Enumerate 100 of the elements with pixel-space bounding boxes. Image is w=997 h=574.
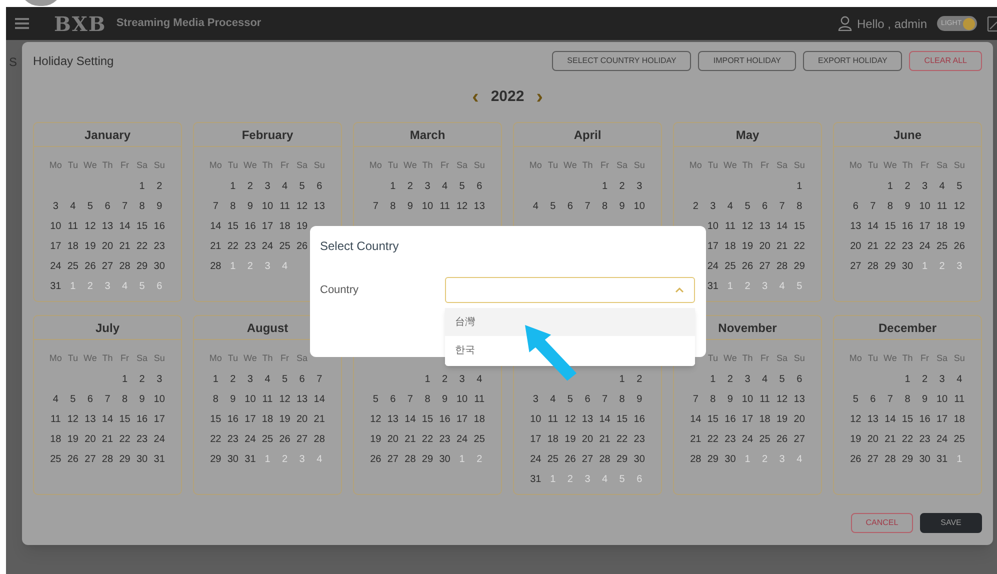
day-number[interactable]: 11 [470,392,488,406]
day-number[interactable]: 27 [384,452,402,466]
day-number[interactable]: 21 [773,238,791,254]
day-number[interactable]: 1 [418,372,436,386]
day-number[interactable]: 8 [898,392,916,406]
day-number[interactable]: 26 [773,432,791,446]
day-number[interactable]: 19 [293,218,311,234]
day-number[interactable]: 5 [738,198,756,214]
day-number[interactable]: 17 [704,238,722,254]
day-number[interactable]: 24 [527,452,544,466]
day-number[interactable]: 22 [613,432,631,446]
day-number[interactable]: 5 [544,198,562,214]
day-number[interactable]: 14 [596,412,614,426]
day-number[interactable]: 10 [150,392,168,406]
day-number[interactable]: 28 [773,258,791,274]
day-number[interactable]: 24 [453,432,471,446]
day-number[interactable]: 11 [47,412,64,426]
action-button[interactable]: SELECT COUNTRY HOLIDAY [552,51,692,71]
day-number[interactable]: 23 [133,432,151,446]
day-number[interactable]: 14 [687,412,704,426]
day-number[interactable]: 4 [258,372,276,386]
day-number[interactable]: 28 [116,258,134,274]
day-number[interactable]: 20 [82,432,99,446]
day-number[interactable]: 14 [882,412,899,426]
day-number[interactable]: 8 [133,198,151,214]
day-number[interactable]: 23 [722,432,739,446]
next-year-button[interactable]: › [536,87,543,107]
day-number[interactable]: 5 [276,372,294,386]
day-number[interactable]: 3 [258,178,276,194]
day-number[interactable]: 10 [916,198,934,214]
dropdown-option[interactable]: 台灣 [445,308,695,336]
day-number[interactable]: 19 [276,412,294,426]
day-number[interactable]: 15 [704,412,722,426]
day-number[interactable]: 12 [276,392,294,406]
day-number[interactable]: 9 [436,392,454,406]
day-number[interactable]: 6 [847,198,864,214]
day-number[interactable]: 6 [82,392,99,406]
day-number[interactable]: 25 [276,238,294,254]
day-number[interactable]: 13 [578,412,596,426]
day-number[interactable]: 4 [756,372,774,386]
day-number[interactable]: 28 [864,258,882,274]
day-number[interactable]: 25 [544,452,562,466]
day-number[interactable]: 12 [773,392,791,406]
day-number[interactable]: 21 [116,238,134,254]
day-number[interactable]: 20 [847,238,864,254]
day-number[interactable]: 11 [933,198,951,214]
day-number[interactable]: 7 [367,198,384,214]
day-number[interactable]: 30 [133,452,151,466]
dropdown-option[interactable]: 한국 [445,336,695,364]
day-number[interactable]: 19 [847,432,864,446]
day-number[interactable]: 2 [722,372,739,386]
day-number[interactable]: 17 [738,412,756,426]
day-number[interactable]: 7 [864,198,882,214]
day-number[interactable]: 12 [950,198,968,214]
day-number[interactable]: 15 [133,218,151,234]
day-number[interactable]: 4 [544,392,562,406]
day-number[interactable]: 6 [756,198,774,214]
day-number[interactable]: 7 [98,392,116,406]
day-number[interactable]: 10 [933,392,951,406]
day-number[interactable]: 26 [64,452,82,466]
day-number[interactable]: 14 [207,218,224,234]
day-number[interactable]: 21 [98,432,116,446]
day-number[interactable]: 16 [150,218,168,234]
day-number[interactable]: 13 [82,412,99,426]
day-number[interactable]: 8 [418,392,436,406]
day-number[interactable]: 28 [207,258,224,274]
day-number[interactable]: 5 [562,392,579,406]
day-number[interactable]: 17 [47,238,64,254]
day-number[interactable]: 15 [418,412,436,426]
day-number[interactable]: 11 [544,412,562,426]
day-number[interactable]: 20 [384,432,402,446]
day-number[interactable]: 1 [207,372,224,386]
day-number[interactable]: 3 [150,372,168,386]
day-number[interactable]: 6 [790,372,808,386]
day-number[interactable]: 13 [864,412,882,426]
day-number[interactable]: 28 [98,452,116,466]
day-number[interactable]: 13 [384,412,402,426]
day-number[interactable]: 15 [898,412,916,426]
day-number[interactable]: 26 [293,238,311,254]
day-number[interactable]: 14 [116,218,134,234]
day-number[interactable]: 29 [133,258,151,274]
day-number[interactable]: 4 [950,372,968,386]
day-number[interactable]: 15 [224,218,242,234]
day-number[interactable]: 27 [756,258,774,274]
day-number[interactable]: 18 [276,218,294,234]
day-number[interactable]: 25 [950,432,968,446]
day-number[interactable]: 8 [704,392,722,406]
day-number[interactable]: 14 [864,218,882,234]
day-number[interactable]: 23 [242,238,259,254]
day-number[interactable]: 27 [790,432,808,446]
day-number[interactable]: 6 [293,372,311,386]
day-number[interactable]: 23 [916,432,934,446]
day-number[interactable]: 23 [436,432,454,446]
day-number[interactable]: 8 [116,392,134,406]
day-number[interactable]: 14 [402,412,419,426]
day-number[interactable]: 29 [116,452,134,466]
day-number[interactable]: 11 [722,218,739,234]
day-number[interactable]: 16 [133,412,151,426]
day-number[interactable]: 10 [630,198,648,214]
day-number[interactable]: 26 [367,452,384,466]
